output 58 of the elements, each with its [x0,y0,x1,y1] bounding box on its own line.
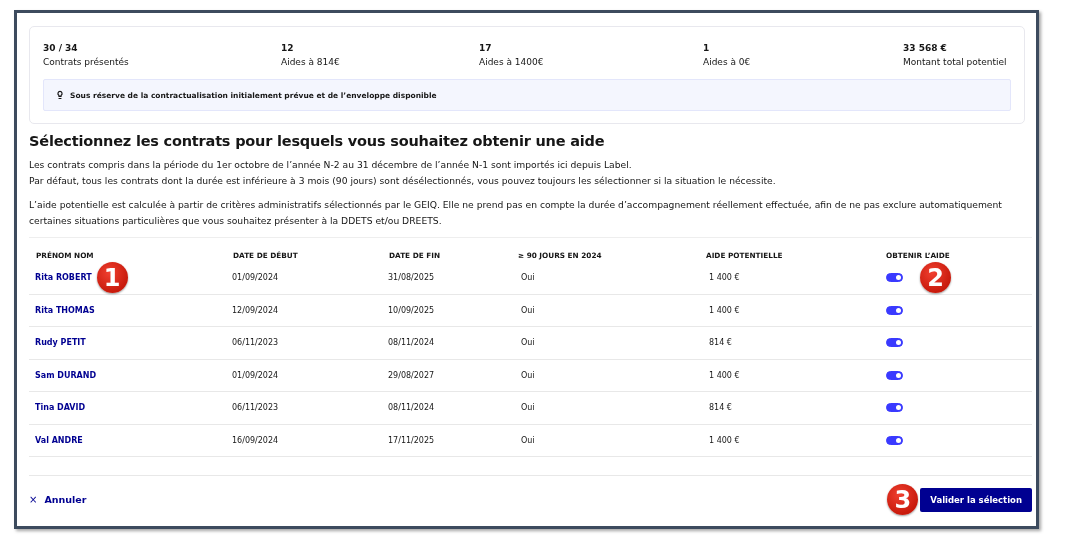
name-link[interactable]: Rita THOMAS [35,305,95,315]
stat-value: 30 / 34 [43,42,78,55]
toggle-switch[interactable] [886,435,903,445]
lightbulb-icon [56,90,64,100]
cancel-label: Annuler [44,494,87,505]
stat-label: Aides à 1400€ [479,56,544,69]
table-cell: 1 400 € [709,273,740,283]
table-cell: Oui [521,273,535,283]
table-cell: Oui [521,435,535,445]
description-text: L’aide potentielle est calculée à partir de critères administratifs sélectionnés par le GEIQ. Elle ne prend pas en compte la durée d’accompagnement réellement effectuée, afin de ne pas exclure automatiquement certaines situations particulières que vous souhaitez présenter à la DDETS et/ou DREETS. [29,198,1003,228]
stat-value: 1 [703,42,710,55]
toggle-switch[interactable] [886,338,903,348]
table-cell: Oui [521,370,535,380]
name-link[interactable]: Rita ROBERT [35,273,92,283]
table-cell: 06/11/2023 [232,403,279,413]
section-heading: Sélectionnez les contrats pour lesquels vous souhaitez obtenir une aide [29,133,606,149]
description-text: Les contrats compris dans la période du 1er octobre de l’année N-2 au 31 décembre de l’année N-1 sont importés ici depuis Label. [29,158,633,172]
stat-label: Aides à 0€ [703,56,751,69]
stat-label: Aides à 814€ [281,56,340,69]
table-cell: 01/09/2024 [232,370,279,380]
stat-label: Montant total potentiel [903,56,1007,69]
name-link[interactable]: Sam DURAND [35,370,97,380]
table-cell: Oui [521,403,535,413]
table-cell: 16/09/2024 [232,435,279,445]
table-cell: 29/08/2027 [388,370,435,380]
table-cell: 08/11/2024 [388,403,435,413]
table-cell: 08/11/2024 [388,338,435,348]
toggle-switch[interactable] [886,305,903,315]
callout-marker: 1 [96,262,128,294]
stat-label: Contrats présentés [43,56,129,69]
stat-value: 17 [479,42,492,55]
stat-value: 33 568 € [903,42,947,55]
callout-marker: 2 [920,262,951,294]
table-cell: 01/09/2024 [232,273,279,283]
table-cell: 17/11/2025 [388,435,435,445]
name-link[interactable]: Val ANDRE [35,435,83,445]
toggle-switch[interactable] [886,273,903,283]
table-cell: 31/08/2025 [388,273,435,283]
table-cell: 1 400 € [709,305,740,315]
name-link[interactable]: Rudy PETIT [35,338,86,348]
close-icon: × [29,494,38,505]
cancel-link[interactable]: × Annuler [29,494,87,505]
table-cell: Oui [521,338,535,348]
table-cell: 1 400 € [709,370,740,380]
callout-marker: 3 [887,484,919,515]
name-link[interactable]: Tina DAVID [35,403,86,413]
table-cell: 1 400 € [709,435,740,445]
table-cell: 814 € [709,338,732,348]
description-text: Par défaut, tous les contrats dont la durée est inférieure à 3 mois (90 jours) sont désélectionnés, vous pouvez toujours les sélectionner si la situation le nécessite. [29,173,777,188]
submit-button[interactable]: Valider la sélection [920,487,1032,512]
table-cell: 814 € [709,403,732,413]
stat-value: 12 [281,42,294,55]
table-cell: 12/09/2024 [232,305,279,315]
table-cell: 10/09/2025 [388,305,435,315]
toggle-switch[interactable] [886,370,903,380]
table-cell: 06/11/2023 [232,338,279,348]
toggle-switch[interactable] [886,403,903,413]
table-cell: Oui [521,305,535,315]
